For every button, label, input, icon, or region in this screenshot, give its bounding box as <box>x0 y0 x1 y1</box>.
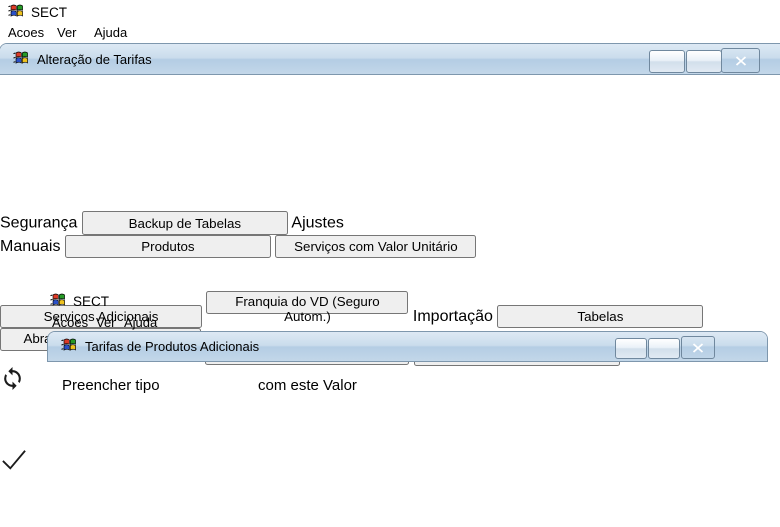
backup-de-tabelas-button[interactable]: Backup de Tabelas <box>81 211 288 235</box>
annotation-box-servicos-adicionais <box>0 258 212 291</box>
windows-logo-icon <box>13 50 30 69</box>
close-icon <box>735 55 746 66</box>
window2-body <box>0 486 706 527</box>
window2-maximize-button[interactable] <box>648 338 680 359</box>
menu-ajuda[interactable]: Ajuda <box>92 24 129 41</box>
menu-acoes[interactable]: Acoes <box>6 24 46 41</box>
window2-title: Tarifas de Produtos Adicionais <box>85 339 260 354</box>
menu-ver[interactable]: Ver <box>94 314 118 331</box>
sync-icon <box>4 366 21 390</box>
windows-logo-icon <box>8 3 25 22</box>
annotation-box-window1-confirm <box>0 398 59 448</box>
app-header-bottom: SECT <box>50 292 109 311</box>
fill-type-label: Preencher tipo <box>62 377 160 394</box>
window1-minimize-button[interactable] <box>649 50 685 73</box>
window2-minimize-button[interactable] <box>615 338 647 359</box>
value-label: com este Valor <box>258 377 357 394</box>
windows-logo-icon <box>61 337 78 356</box>
window2-close-button[interactable] <box>681 336 715 359</box>
app-header-top: SECT <box>8 3 67 22</box>
menu-acoes[interactable]: Acoes <box>50 314 90 331</box>
app-title: SECT <box>73 294 110 309</box>
window1-maximize-button[interactable] <box>686 50 722 73</box>
window1-title: Alteração de Tarifas <box>37 51 152 67</box>
screen: SECT Acoes Ver Ajuda Alteração de Tarifa… <box>0 0 780 527</box>
windows-logo-icon <box>50 292 67 311</box>
menu-ver[interactable]: Ver <box>55 24 79 41</box>
app-title: SECT <box>31 5 68 20</box>
servicos-com-valor-unitario-button[interactable]: Serviços com Valor Unitário <box>275 235 477 258</box>
menu-ajuda[interactable]: Ajuda <box>122 314 159 331</box>
franquia-vd-button[interactable]: Franquia do VD (Seguro Autom.) <box>206 291 409 324</box>
produtos-button[interactable]: Produtos <box>64 235 271 258</box>
check-icon <box>2 449 26 470</box>
window1-refresh-button[interactable] <box>0 366 42 398</box>
window1-confirm-button[interactable] <box>0 448 43 486</box>
tabelas-button[interactable]: Tabelas <box>497 305 704 328</box>
window1-close-button[interactable] <box>721 48 760 73</box>
section-label-seguranca: Segurança <box>0 214 78 232</box>
section-label-importacao: Importação <box>412 308 493 325</box>
close-icon <box>692 342 704 353</box>
